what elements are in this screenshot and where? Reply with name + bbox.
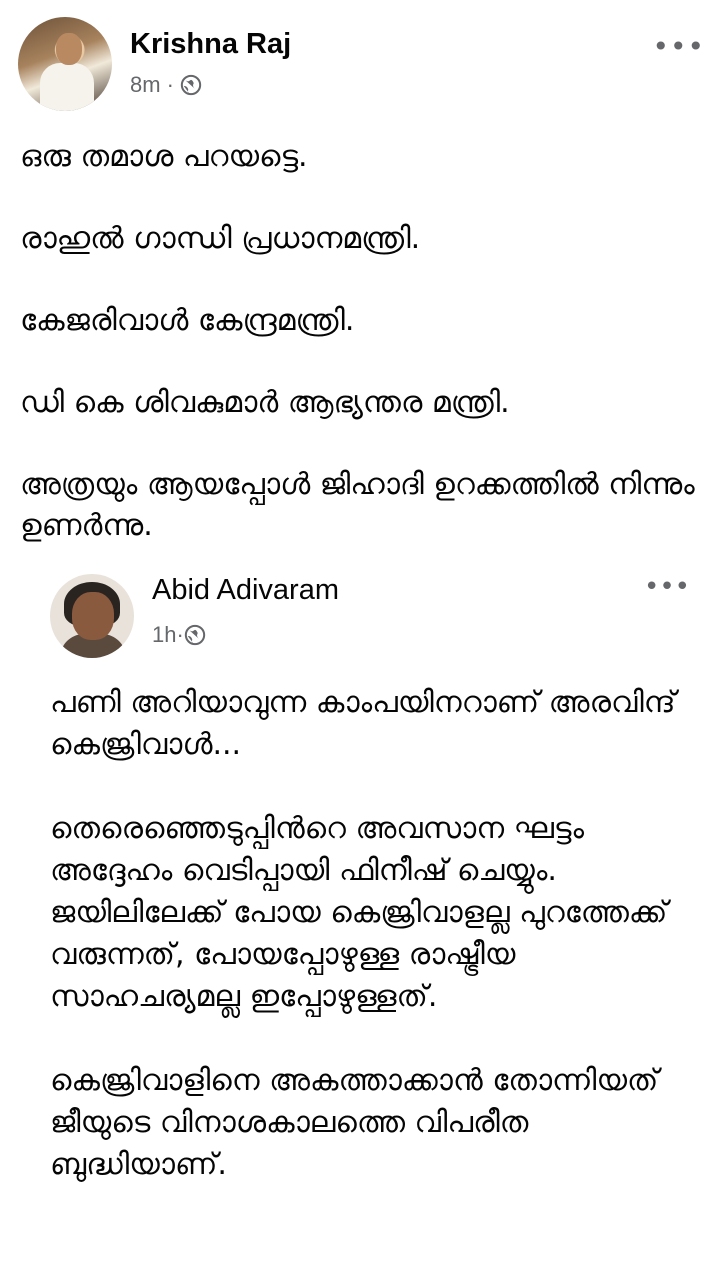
post-paragraph: ഡി കെ ശിവകുമാർ ആഭ്യന്തര മന്ത്രി. xyxy=(20,385,510,420)
post-paragraph: രാഹുൽ ഗാന്ധി പ്രധാനമന്ത്രി. xyxy=(20,221,421,256)
shared-paragraph: പണി അറിയാവുന്ന കാംപയിനറാണ് അരവിന്ദ് കെജ്… xyxy=(50,685,676,762)
globe-icon xyxy=(184,624,205,646)
globe-icon xyxy=(180,74,202,96)
more-options-icon[interactable]: ••• xyxy=(652,30,705,63)
shared-paragraph: കെജ്രിവാളിനെ അകത്താക്കാൻ തോന്നിയത് ജീയുട… xyxy=(50,1063,659,1182)
meta-separator: · xyxy=(176,622,184,647)
post-meta: 8m · xyxy=(130,72,202,98)
post-paragraph: ഒരു തമാശ പറയട്ടെ. xyxy=(20,139,308,174)
shared-post[interactable]: Abid Adivaram 1h· ••• പണി അറിയാവുന്ന കാം… xyxy=(30,560,720,1280)
author-avatar[interactable] xyxy=(18,17,112,111)
post-header: Krishna Raj 8m · ••• xyxy=(0,0,725,120)
post-paragraph: അത്രയും ആയപ്പോൾ ജിഹാദി ഉറക്കത്തിൽ നിന്നു… xyxy=(20,467,695,543)
shared-author-name[interactable]: Abid Adivaram xyxy=(152,574,339,607)
shared-paragraph: തെരെഞ്ഞെടുപ്പിൻറെ അവസാന ഘട്ടം അദ്ദേഹം വെ… xyxy=(50,811,668,1014)
shared-post-time[interactable]: 1h xyxy=(152,622,176,647)
meta-separator: · xyxy=(166,72,174,97)
shared-post-meta: 1h· xyxy=(152,622,206,648)
author-name[interactable]: Krishna Raj xyxy=(130,28,291,61)
post-time[interactable]: 8m xyxy=(130,72,161,97)
post-paragraph: കേജരിവാൾ കേന്ദ്രമന്ത്രി. xyxy=(20,303,355,338)
shared-post-body: പണി അറിയാവുന്ന കാംപയിനറാണ് അരവിന്ദ് കെജ്… xyxy=(50,682,710,1228)
more-options-icon[interactable]: ••• xyxy=(644,572,690,602)
post-body: ഒരു തമാശ പറയട്ടെ. രാഹുൽ ഗാന്ധി പ്രധാനമന്… xyxy=(20,136,710,587)
shared-author-avatar[interactable] xyxy=(50,574,134,658)
